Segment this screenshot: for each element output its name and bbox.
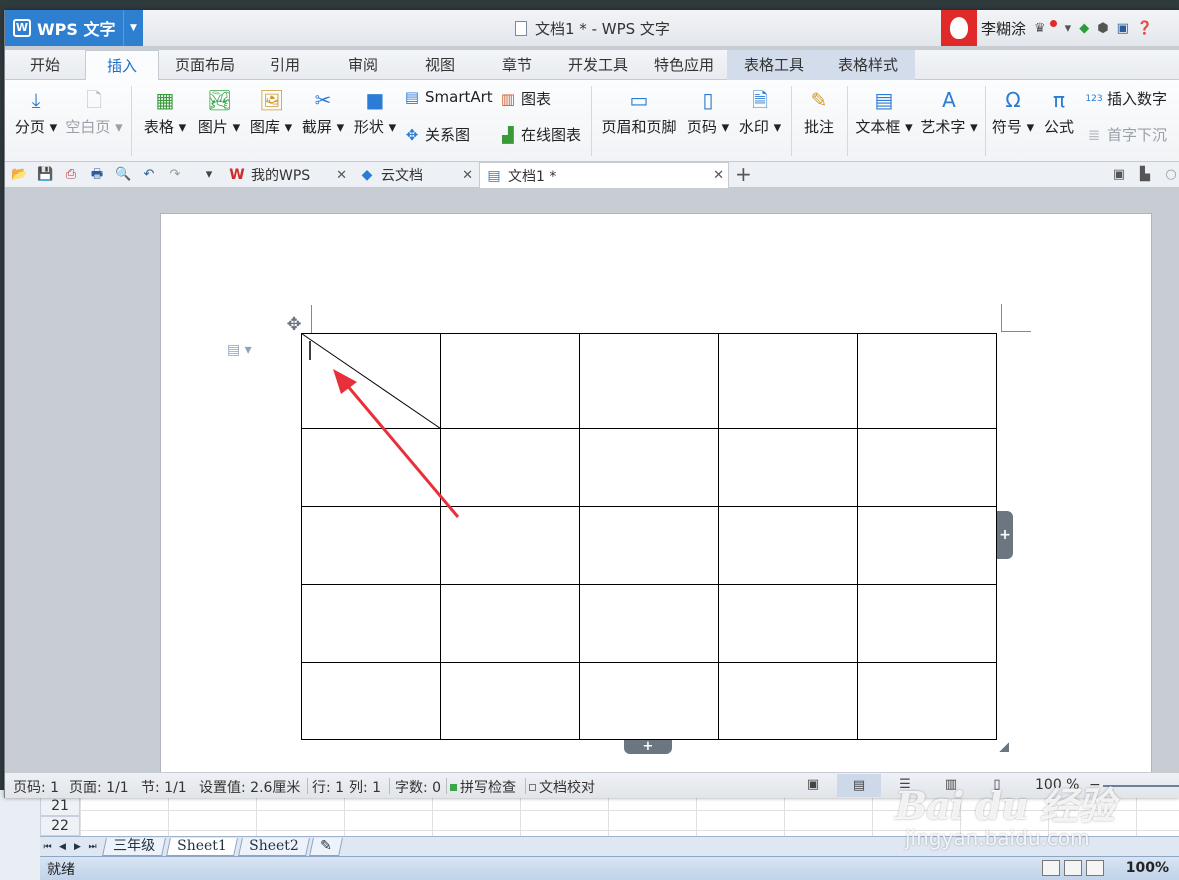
annotation-arrow: [333, 369, 460, 518]
baidu-jingyan-watermark: Bai du 经验 jingyan.baidu.com: [895, 783, 1115, 850]
